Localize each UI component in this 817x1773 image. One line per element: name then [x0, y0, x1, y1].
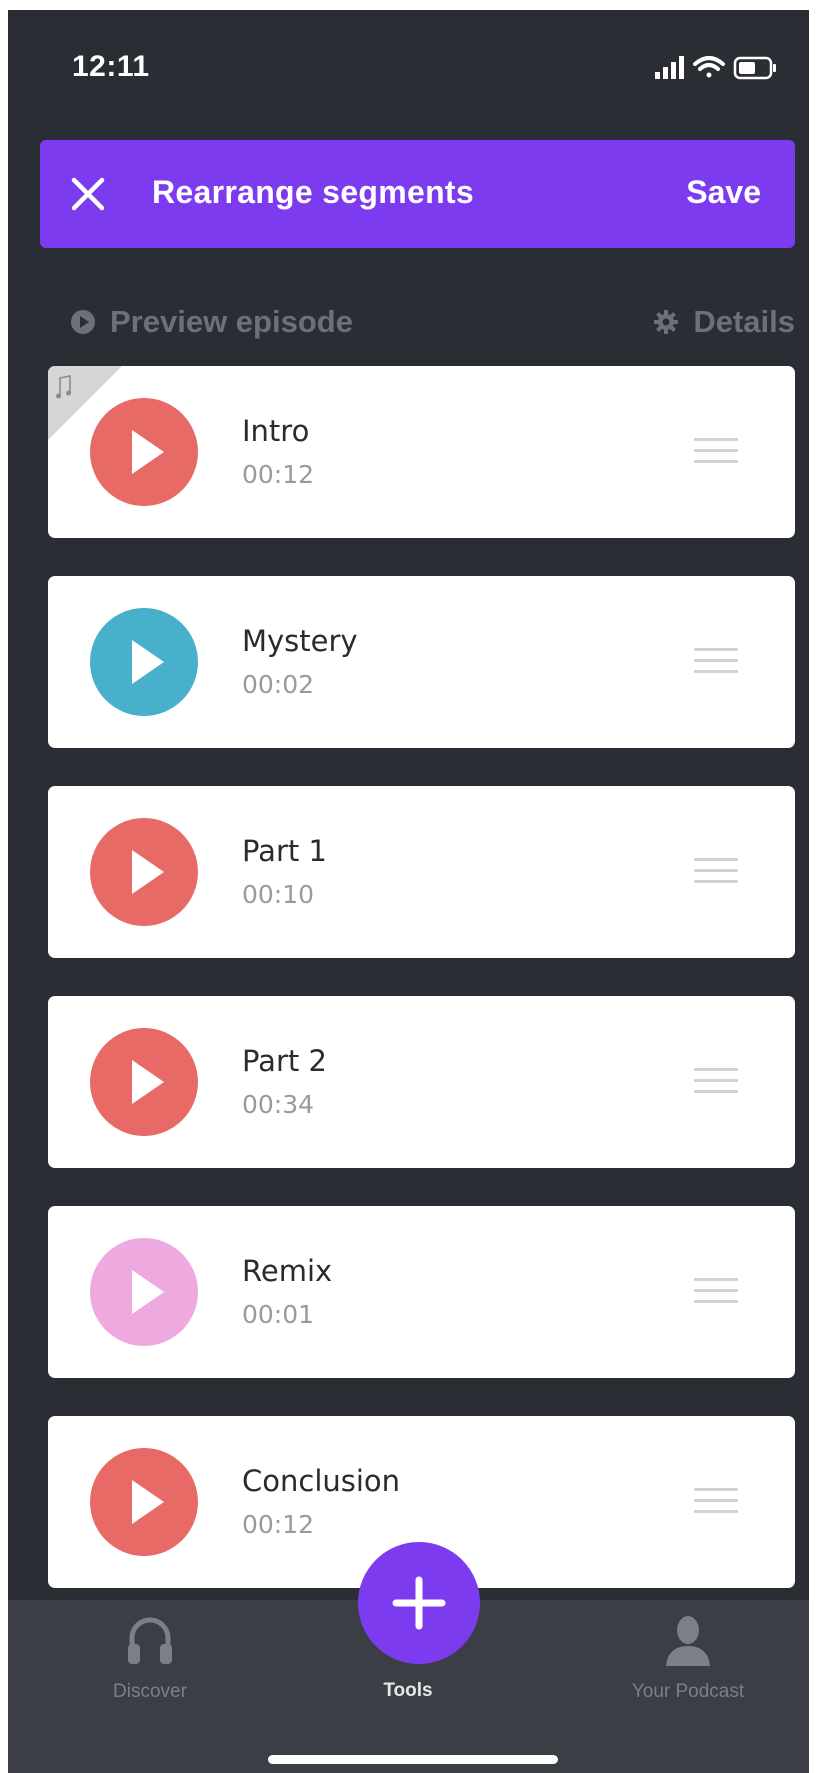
segment-card[interactable]: Intro 00:12 [48, 366, 795, 538]
page-title: Rearrange segments [152, 174, 474, 210]
segment-duration: 00:12 [242, 1510, 315, 1539]
status-time: 12:11 [72, 50, 150, 83]
play-segment-button[interactable] [90, 818, 198, 926]
segment-card[interactable]: Part 1 00:10 [48, 786, 795, 958]
drag-handle-icon[interactable] [694, 1068, 738, 1096]
play-icon [132, 1480, 164, 1524]
play-icon [132, 1060, 164, 1104]
segment-title: Mystery [242, 624, 358, 658]
save-button[interactable]: Save [686, 174, 761, 211]
play-icon [132, 430, 164, 474]
tab-discover[interactable]: Discover [70, 1614, 230, 1703]
drag-handle-icon[interactable] [694, 1488, 738, 1516]
status-icons [651, 52, 781, 82]
wifi-icon [693, 56, 725, 78]
gear-icon [654, 310, 679, 334]
header-bar: Rearrange segments Save [40, 140, 795, 248]
preview-episode-label: Preview episode [110, 304, 353, 339]
play-segment-button[interactable] [90, 608, 198, 716]
play-icon [132, 1270, 164, 1314]
tab-discover-label: Discover [113, 1681, 187, 1702]
segment-card[interactable]: Part 2 00:34 [48, 996, 795, 1168]
tab-your-podcast-label: Your Podcast [631, 1681, 745, 1702]
home-indicator[interactable] [268, 1755, 558, 1764]
segment-duration: 00:10 [242, 880, 315, 909]
segment-title: Intro [242, 414, 310, 448]
segment-title: Conclusion [242, 1464, 401, 1498]
close-button[interactable] [70, 176, 106, 212]
signal-icon [655, 56, 684, 79]
play-segment-button[interactable] [90, 1448, 198, 1556]
tab-tools-label: Tools [383, 1680, 433, 1701]
segment-duration: 00:01 [242, 1300, 315, 1329]
segment-title: Remix [242, 1254, 333, 1288]
segment-card[interactable]: Remix 00:01 [48, 1206, 795, 1378]
play-segment-button[interactable] [90, 398, 198, 506]
play-icon [132, 850, 164, 894]
plus-icon [392, 1576, 446, 1630]
sub-actions-bar: Preview episode Details [58, 304, 803, 348]
play-circle-icon [71, 310, 95, 334]
battery-icon [733, 56, 776, 80]
segment-duration: 00:34 [242, 1090, 315, 1119]
tab-tools[interactable]: Tools [328, 1672, 488, 1702]
tab-your-podcast[interactable]: Your Podcast [608, 1614, 768, 1703]
play-segment-button[interactable] [90, 1028, 198, 1136]
drag-handle-icon[interactable] [694, 1278, 738, 1306]
preview-episode-button[interactable]: Preview episode [70, 304, 353, 340]
segment-title: Part 2 [242, 1044, 327, 1078]
close-icon [71, 177, 105, 211]
drag-handle-icon[interactable] [694, 648, 738, 676]
details-label: Details [693, 304, 795, 339]
add-tool-button[interactable] [358, 1542, 480, 1664]
person-icon [666, 1616, 710, 1666]
segment-duration: 00:02 [242, 670, 315, 699]
headphones-icon [128, 1617, 172, 1664]
segment-card[interactable]: Mystery 00:02 [48, 576, 795, 748]
drag-handle-icon[interactable] [694, 438, 738, 466]
details-button[interactable]: Details [653, 304, 795, 340]
drag-handle-icon[interactable] [694, 858, 738, 886]
phone-screen: 12:11 Rearrange segments Save Preview ep… [8, 10, 809, 1773]
segment-title: Part 1 [242, 834, 327, 868]
play-segment-button[interactable] [90, 1238, 198, 1346]
segment-duration: 00:12 [242, 460, 315, 489]
play-icon [132, 640, 164, 684]
